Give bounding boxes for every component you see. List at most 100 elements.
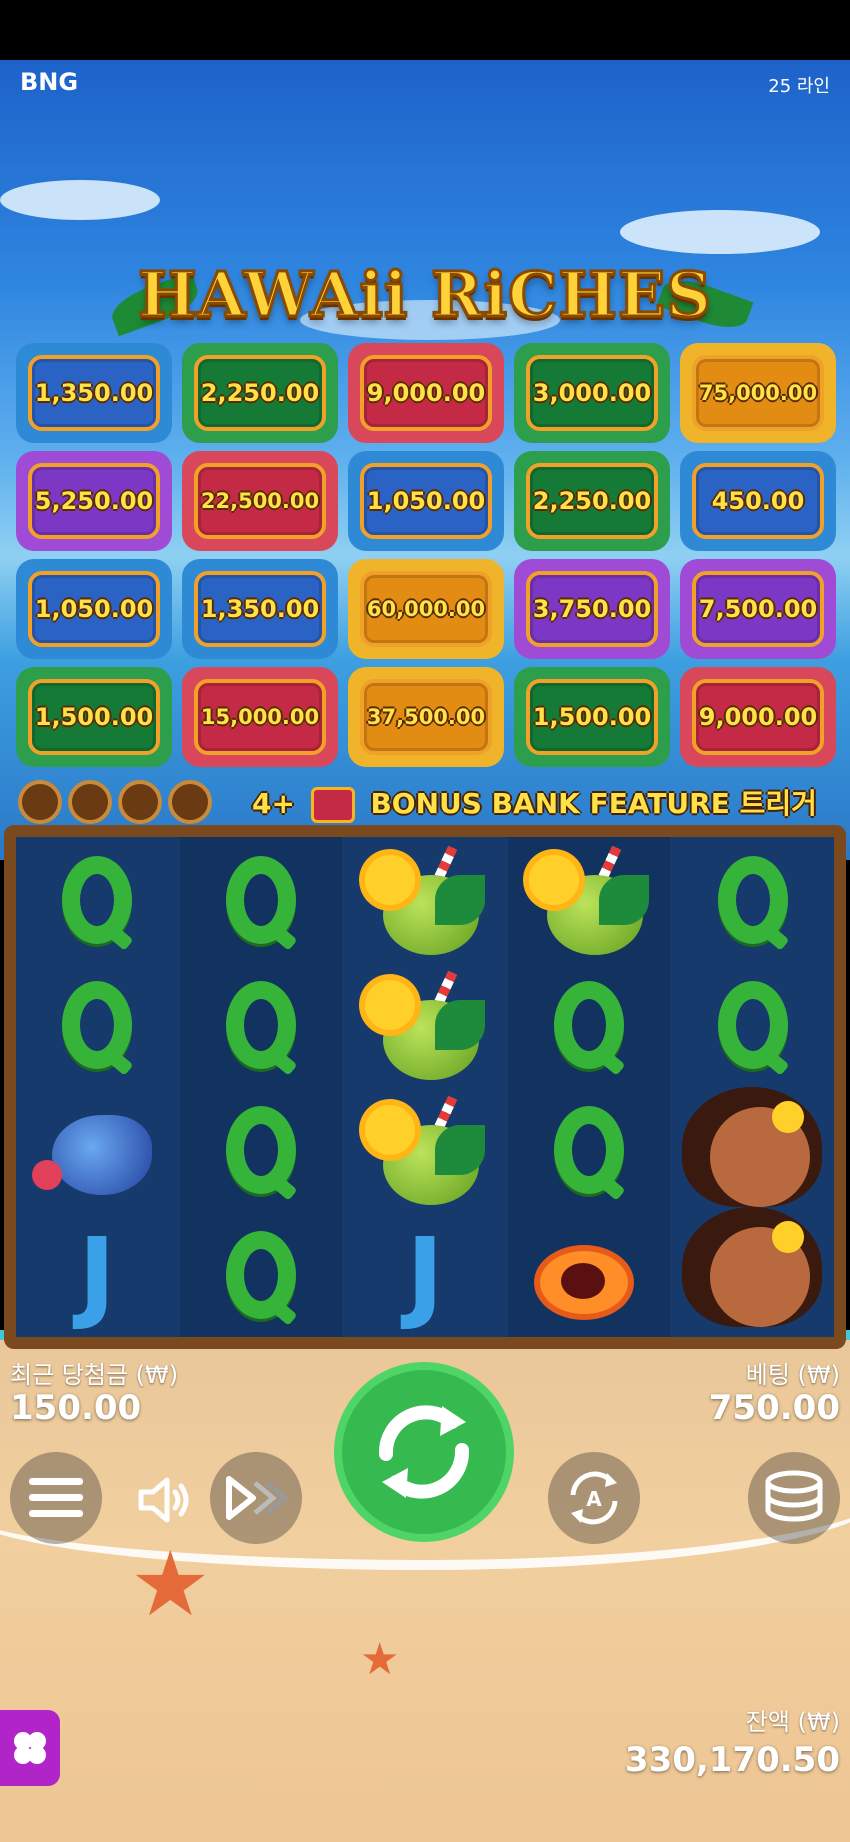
- prize-tile: 75,000.00: [680, 343, 836, 443]
- bonus-feature-label: BONUS BANK FEATURE 트리거: [370, 787, 817, 820]
- prize-value: 1,050.00: [28, 571, 160, 647]
- prize-value: 37,500.00: [360, 679, 492, 755]
- menu-button[interactable]: [10, 1452, 102, 1544]
- bet-value[interactable]: 750.00: [709, 1388, 840, 1428]
- reel-area[interactable]: JJ: [16, 837, 834, 1337]
- reel-cell: [508, 1212, 670, 1337]
- reel-cell: J: [344, 1212, 506, 1337]
- reel-cell: [180, 1087, 342, 1212]
- prize-tile: 2,250.00: [182, 343, 338, 443]
- prize-tile: 450.00: [680, 451, 836, 551]
- prize-value: 9,000.00: [692, 679, 824, 755]
- coin-slot: [118, 780, 162, 824]
- bonus-bank-badge-icon: [310, 787, 355, 823]
- fast-forward-icon: [226, 1476, 289, 1520]
- prize-value: 1,350.00: [28, 355, 160, 431]
- prize-tile: 7,500.00: [680, 559, 836, 659]
- autoplay-button[interactable]: A: [548, 1452, 640, 1544]
- cocktail-icon: [365, 970, 485, 1080]
- prize-tile: 3,000.00: [514, 343, 670, 443]
- reel-cell: [16, 1087, 178, 1212]
- Q-icon: [718, 855, 788, 944]
- reels-frame: JJ: [4, 825, 846, 1349]
- prize-value: 15,000.00: [194, 679, 326, 755]
- prize-value: 9,000.00: [360, 355, 492, 431]
- prize-value: 5,250.00: [28, 463, 160, 539]
- prize-tile: 1,350.00: [182, 559, 338, 659]
- reel-cell: [344, 837, 506, 962]
- prize-value: 2,250.00: [526, 463, 658, 539]
- game-logo: HAWAii RiCHES: [106, 257, 754, 338]
- reel-column: [672, 837, 834, 1337]
- prize-tile: 9,000.00: [348, 343, 504, 443]
- hula-girl-icon: [672, 1087, 834, 1337]
- coin-stack-icon: [765, 1470, 823, 1522]
- reel-column: J: [16, 837, 178, 1337]
- prize-tile: 22,500.00: [182, 451, 338, 551]
- prize-tile: 60,000.00: [348, 559, 504, 659]
- coin-slot: [68, 780, 112, 824]
- prize-tile: 1,500.00: [514, 667, 670, 767]
- Q-icon: [226, 980, 296, 1069]
- last-win-value: 150.00: [10, 1388, 142, 1428]
- reel-cell: [344, 962, 506, 1087]
- spin-arrows-icon: [378, 1405, 470, 1499]
- Q-icon: [226, 1105, 296, 1194]
- bet-label: 베팅 (₩): [745, 1361, 840, 1389]
- shell-icon: [32, 1100, 162, 1200]
- J-icon: J: [406, 1215, 444, 1333]
- cloud: [620, 210, 820, 254]
- bonus-bank-banner: 4+ BONUS BANK FEATURE 트리거: [10, 778, 840, 826]
- coin-slot: [168, 780, 212, 824]
- prize-tile: 1,050.00: [348, 451, 504, 551]
- Q-icon: [226, 1230, 296, 1319]
- reel-column: J: [344, 837, 506, 1337]
- reel-cell: [16, 962, 178, 1087]
- last-win-label: 최근 당첨금 (₩): [10, 1361, 179, 1389]
- prize-tile: 1,350.00: [16, 343, 172, 443]
- speaker-icon: [138, 1477, 189, 1523]
- provider-logo: BNG: [20, 68, 79, 96]
- cocktail-icon: [365, 845, 485, 955]
- prize-value: 3,750.00: [526, 571, 658, 647]
- prize-tile: 1,050.00: [16, 559, 172, 659]
- turbo-button[interactable]: [210, 1452, 302, 1544]
- status-bar: [0, 0, 850, 60]
- sound-button[interactable]: [135, 1470, 195, 1530]
- cocktail-icon: [365, 1095, 485, 1205]
- Q-icon: [554, 980, 624, 1069]
- prize-value: 1,500.00: [28, 679, 160, 755]
- Q-icon: [226, 855, 296, 944]
- spin-button[interactable]: [334, 1362, 514, 1542]
- reel-cell: [344, 1087, 506, 1212]
- reel-cell: [180, 962, 342, 1087]
- prize-value: 75,000.00: [692, 355, 824, 431]
- svg-text:A: A: [586, 1487, 602, 1511]
- bonus-prefix: 4+: [252, 787, 295, 820]
- cloud: [0, 180, 160, 220]
- balance-value: 330,170.50: [624, 1740, 840, 1780]
- autoplay-icon: A: [570, 1471, 618, 1525]
- coin-slot: [18, 780, 62, 824]
- reel-cell: [508, 837, 670, 962]
- prize-value: 7,500.00: [692, 571, 824, 647]
- papaya-icon: [529, 1225, 649, 1325]
- prize-value: 3,000.00: [526, 355, 658, 431]
- reel-column: [508, 837, 670, 1337]
- game-title: HAWAii RiCHES: [136, 257, 713, 333]
- starfish-icon: ★: [130, 1532, 211, 1637]
- reel-cell: [508, 962, 670, 1087]
- Q-icon: [718, 980, 788, 1069]
- clover-icon: [14, 1732, 46, 1764]
- prize-value: 450.00: [692, 463, 824, 539]
- prize-tile: 2,250.00: [514, 451, 670, 551]
- prize-tile: 5,250.00: [16, 451, 172, 551]
- reel-column: [180, 837, 342, 1337]
- bet-settings-button[interactable]: [748, 1452, 840, 1544]
- reel-cell: [508, 1087, 670, 1212]
- promo-button[interactable]: [0, 1710, 60, 1786]
- prize-tile: 15,000.00: [182, 667, 338, 767]
- starfish-icon: ★: [360, 1634, 400, 1685]
- prize-value: 1,050.00: [360, 463, 492, 539]
- lines-count: 25 라인: [768, 76, 830, 97]
